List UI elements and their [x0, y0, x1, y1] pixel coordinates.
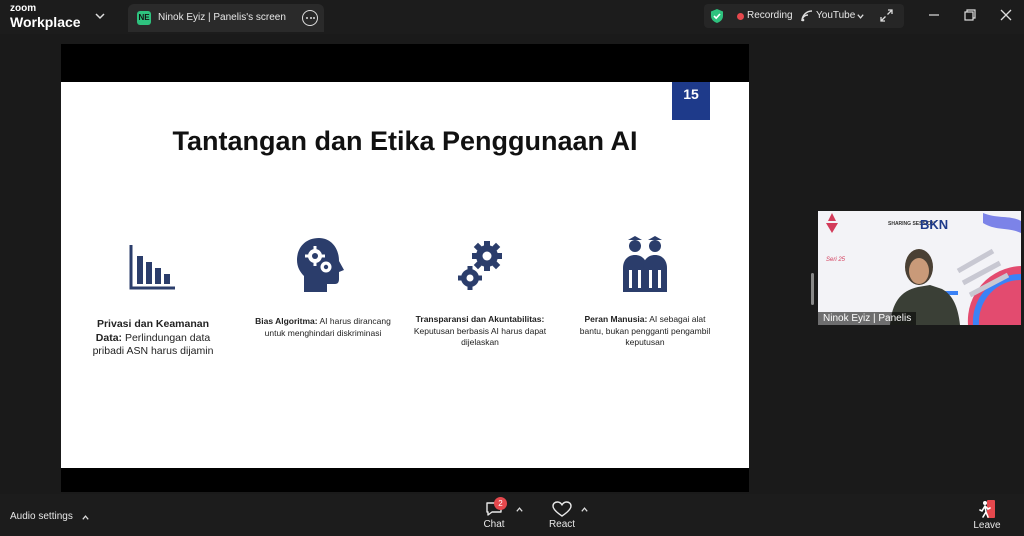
audio-settings-label: Audio settings	[10, 511, 73, 522]
gears-icon	[458, 241, 502, 290]
slide-item-text: Bias Algoritma: AI harus dirancang untuk…	[253, 316, 393, 339]
logo-line2: Workplace	[10, 14, 81, 30]
presentation-slide: 15 Tantangan dan Etika Penggunaan AI Pri…	[61, 82, 749, 468]
close-icon[interactable]	[998, 7, 1014, 23]
chat-button[interactable]: 2 Chat	[481, 497, 507, 530]
leave-button[interactable]: Leave	[972, 499, 1002, 531]
slide-page-number: 15	[672, 82, 710, 120]
chevron-up-icon[interactable]	[580, 505, 589, 514]
recording-dot-icon	[737, 13, 744, 20]
slide-title: Tantangan dan Etika Penggunaan AI	[172, 126, 638, 156]
chevron-up-icon	[82, 515, 89, 520]
chat-label: Chat	[483, 519, 505, 530]
slide-item-human-role: Peran Manusia: AI sebagai alat bantu, bu…	[575, 236, 715, 349]
zoom-workplace-logo[interactable]: zoom Workplace	[10, 3, 81, 30]
logo-line1: zoom	[10, 3, 37, 14]
minimize-icon[interactable]	[926, 7, 942, 23]
head-gears-icon	[297, 238, 344, 292]
meeting-status-group: Recording YouTube	[704, 4, 904, 28]
video-panel-resize-handle[interactable]	[811, 273, 814, 305]
slide-item-body: Keputusan berbasis AI harus dapat dijela…	[413, 325, 547, 348]
slide-item-privacy: Privasi dan Keamanan Data: Perlindungan …	[83, 242, 223, 359]
chevron-down-icon[interactable]	[856, 12, 865, 21]
slide-item-text: Transparansi dan Akuntabilitas: Keputusa…	[407, 314, 553, 349]
bar-chart-icon	[129, 245, 175, 290]
heart-icon	[552, 501, 572, 517]
slide-item-heading: Bias Algoritma:	[255, 316, 318, 326]
live-stream-icon	[801, 10, 813, 22]
chevron-up-icon[interactable]	[515, 505, 524, 514]
video-banner-series: Seri 25	[826, 257, 846, 263]
slide-item-text: Privasi dan Keamanan Data: Perlindungan …	[83, 318, 223, 359]
slide-item-text: Peran Manusia: AI sebagai alat bantu, bu…	[575, 314, 715, 349]
more-options-icon[interactable]	[302, 10, 318, 26]
stream-label[interactable]: YouTube	[816, 10, 855, 21]
tab-avatar-badge: NE	[137, 11, 151, 25]
participant-name-label: Ninok Eyiz | Panelis	[818, 312, 917, 325]
screen-share-tab[interactable]: NE Ninok Eyiz | Panelis's screen	[128, 4, 324, 32]
video-banner-brand: BKN	[920, 217, 949, 232]
participant-video-tile[interactable]: SHARING SESSION BKN Seri 25 Ninok Eyiz |…	[818, 211, 1021, 325]
people-icon	[623, 236, 667, 292]
react-label: React	[548, 519, 576, 530]
audio-settings-button[interactable]: Audio settings	[10, 511, 94, 525]
expand-icon[interactable]	[880, 9, 893, 22]
slide-item-bias: Bias Algoritma: AI harus dirancang untuk…	[253, 236, 393, 339]
leave-icon	[979, 500, 995, 518]
slide-item-transparency: Transparansi dan Akuntabilitas: Keputusa…	[407, 238, 553, 349]
tab-title: Ninok Eyiz | Panelis's screen	[158, 12, 286, 23]
leave-label: Leave	[973, 520, 1001, 531]
meeting-toolbar: Audio settings 2 Chat React Leave	[0, 494, 1024, 536]
react-button[interactable]: React	[547, 499, 577, 530]
title-bar: zoom Workplace NE Ninok Eyiz | Panelis's…	[0, 0, 1024, 34]
slide-item-heading: Peran Manusia:	[584, 314, 648, 324]
shield-check-icon[interactable]	[710, 8, 724, 24]
chevron-down-icon[interactable]	[94, 10, 106, 22]
restore-icon[interactable]	[962, 7, 978, 23]
chat-unread-badge: 2	[494, 497, 507, 510]
recording-label[interactable]: Recording	[747, 10, 793, 21]
slide-item-heading: Transparansi dan Akuntabilitas:	[415, 314, 545, 324]
